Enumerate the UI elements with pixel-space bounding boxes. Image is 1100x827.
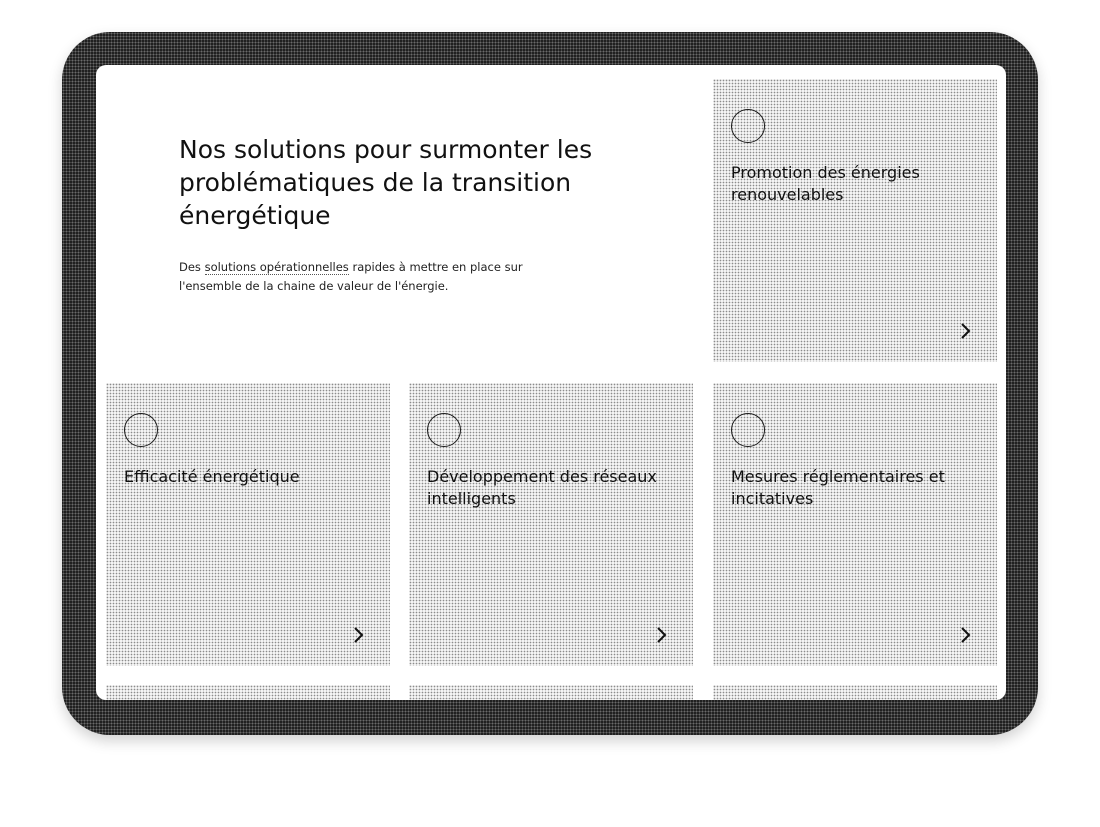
solution-card-partial[interactable]	[713, 685, 997, 700]
tablet-screen: Nos solutions pour surmonter les problém…	[96, 65, 1006, 700]
page-title: Nos solutions pour surmonter les problém…	[179, 135, 593, 230]
solution-card-efficacite[interactable]: Efficacité énergétique	[106, 383, 390, 666]
chevron-right-icon[interactable]	[350, 626, 366, 644]
solution-card-renouvelables[interactable]: Promotion des énergies renouvelables	[713, 79, 997, 362]
solution-card-reseaux[interactable]: Développement des réseaux intelligents	[409, 383, 693, 666]
circle-icon	[731, 109, 765, 143]
page-subtitle: Des solutions opérationnelles rapides à …	[179, 258, 549, 296]
chevron-right-icon[interactable]	[653, 626, 669, 644]
hero-section: Nos solutions pour surmonter les problém…	[179, 133, 609, 296]
solution-card-partial[interactable]	[106, 685, 390, 700]
chevron-right-icon[interactable]	[957, 322, 973, 340]
solution-card-partial[interactable]	[409, 685, 693, 700]
card-label: Promotion des énergies renouvelables	[731, 163, 920, 204]
chevron-right-icon[interactable]	[957, 626, 973, 644]
circle-icon	[124, 413, 158, 447]
card-label: Mesures réglementaires et incitatives	[731, 467, 945, 508]
card-label: Développement des réseaux intelligents	[427, 467, 657, 508]
solution-card-reglementaires[interactable]: Mesures réglementaires et incitatives	[713, 383, 997, 666]
circle-icon	[731, 413, 765, 447]
card-label: Efficacité énergétique	[124, 467, 300, 486]
circle-icon	[427, 413, 461, 447]
subtitle-text-start: Des	[179, 260, 205, 274]
subtitle-highlight: solutions opérationnelles	[204, 260, 349, 275]
